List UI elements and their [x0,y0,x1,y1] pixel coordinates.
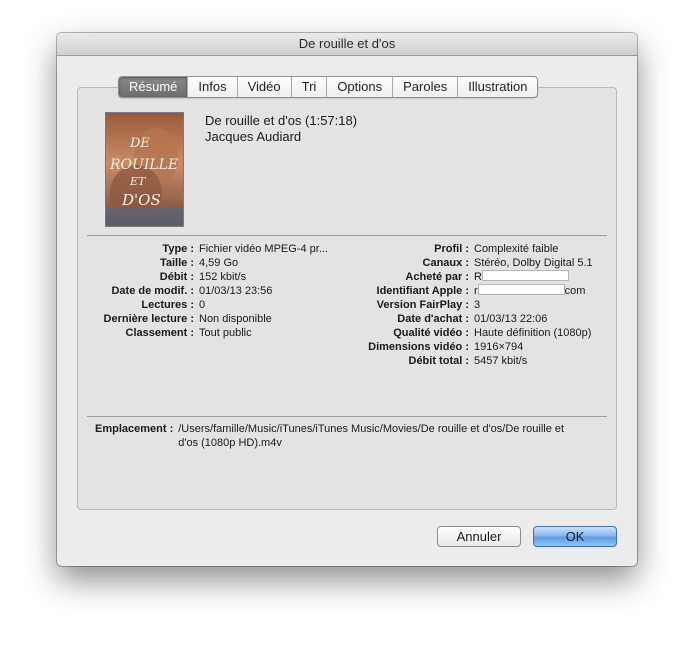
movie-title: De rouille et d'os (1:57:18) [205,113,358,128]
cancel-button[interactable]: Annuler [437,526,521,547]
location-row: Emplacement : /Users/famille/Music/iTune… [95,422,573,450]
location-path: /Users/famille/Music/iTunes/iTunes Music… [178,423,565,449]
info-row-purchased-by: Acheté par : R [350,270,593,284]
info-row-modified: Date de modif. : 01/03/13 23:56 [111,285,273,297]
tab-resume[interactable]: Résumé [119,77,189,97]
window-title: De rouille et d'os [57,33,637,56]
info-row-fairplay: Version FairPlay : 3 [376,299,481,311]
info-dialog-window: De rouille et d'os Résumé Infos Vidéo Tr… [57,33,637,566]
info-row-type: Type : Fichier vidéo MPEG-4 pr... [162,243,328,255]
tab-options[interactable]: Options [327,77,394,97]
divider-bottom [87,416,607,417]
tab-tri[interactable]: Tri [292,77,328,97]
tab-video[interactable]: Vidéo [238,77,292,97]
right-info-table: Profil : Complexité faible Canaux : Stér… [350,242,593,368]
info-row-profile: Profil : Complexité faible [434,243,559,255]
info-row-video-quality: Qualité vidéo : Haute définition (1080p) [393,327,592,339]
ok-button[interactable]: OK [533,526,617,547]
tab-paroles[interactable]: Paroles [393,77,459,97]
tab-illustration[interactable]: Illustration [458,77,537,97]
redacted-box [477,284,565,295]
left-info-table: Type : Fichier vidéo MPEG-4 pr... Taille… [75,242,328,340]
svg-text:DE: DE [129,136,150,151]
redacted-box [481,270,569,281]
info-row-purchase-date: Date d'achat : 01/03/13 22:06 [397,313,548,325]
svg-text:ROUILLE: ROUILLE [109,157,178,173]
info-row-play-count: Lectures : 0 [141,299,206,311]
svg-text:ET: ET [129,175,147,188]
info-row-apple-id: Identifiant Apple : r com [376,284,586,297]
tab-bar: Résumé Infos Vidéo Tri Options Paroles I… [118,76,539,98]
info-row-size: Taille : 4,59 Go [159,257,239,269]
info-row-last-played: Dernière lecture : Non disponible [103,313,272,325]
movie-poster: DE ROUILLE ET D'OS [105,112,184,227]
info-row-channels: Canaux : Stéréo, Dolby Digital 5.1 [422,257,593,269]
movie-director: Jacques Audiard [205,129,302,144]
info-row-bitrate: Débit : 152 kbit/s [159,271,247,283]
info-row-total-bitrate: Débit total : 5457 kbit/s [408,355,528,367]
tab-infos[interactable]: Infos [188,77,238,97]
info-row-rating: Classement : Tout public [125,327,252,339]
info-row-video-dimensions: Dimensions vidéo : 1916×794 [368,341,524,353]
svg-text:D'OS: D'OS [121,191,161,209]
divider-top [87,235,607,236]
